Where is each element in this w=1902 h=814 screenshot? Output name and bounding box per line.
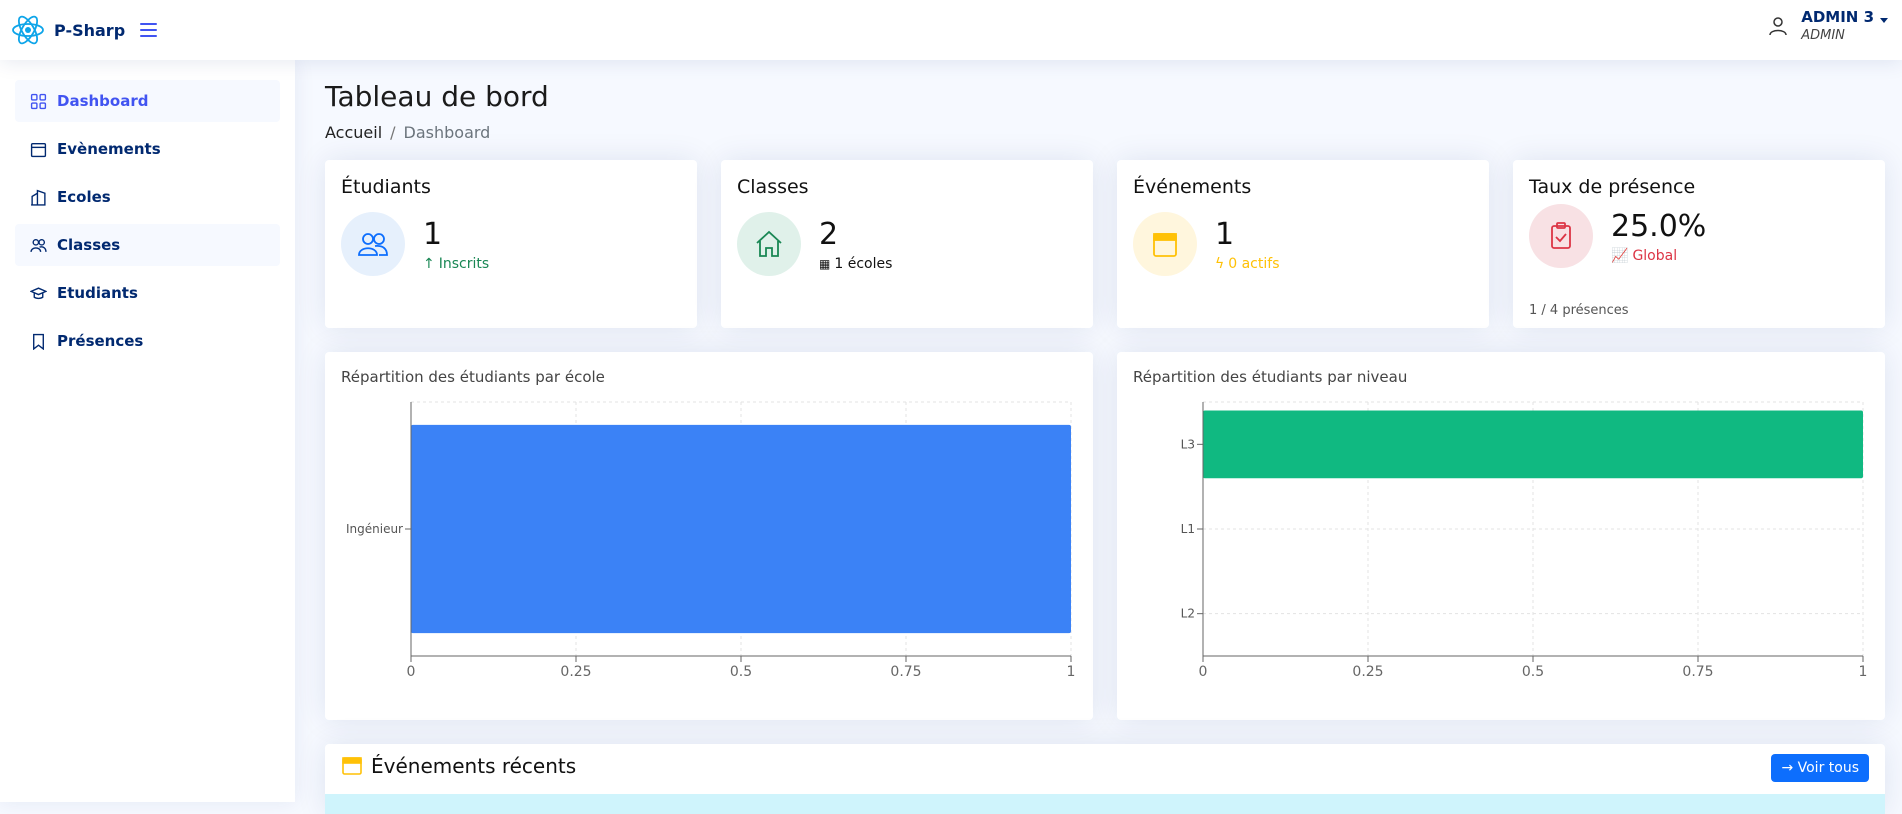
sidebar-item-schools[interactable]: Ecoles bbox=[15, 176, 280, 218]
app-name: P-Sharp bbox=[54, 20, 126, 40]
people-icon bbox=[30, 238, 47, 252]
breadcrumb-current: Dashboard bbox=[403, 123, 491, 142]
y-tick-label: L3 bbox=[1181, 437, 1195, 451]
x-tick-label: 0.25 bbox=[1352, 664, 1383, 680]
attendance-footer: 1 / 4 présences bbox=[1529, 303, 1629, 318]
top-header: P-Sharp ADMIN 3 ADMIN bbox=[0, 0, 1902, 60]
attendance-rate: 25.0% bbox=[1611, 208, 1707, 244]
attendance-card: Taux de présence 25.0% 📈 Global 1 / 4 pr… bbox=[1513, 160, 1885, 328]
recent-events-title: Événements récents bbox=[371, 754, 577, 778]
sidebar: Dashboard Evènements Ecoles Classes Etud… bbox=[0, 60, 295, 802]
lightning-icon: ϟ bbox=[1215, 255, 1225, 272]
sidebar-item-label: Présences bbox=[57, 332, 144, 350]
house-icon bbox=[737, 212, 801, 276]
people-icon bbox=[341, 212, 405, 276]
sidebar-item-label: Evènements bbox=[57, 140, 161, 158]
sidebar-item-label: Ecoles bbox=[57, 188, 111, 206]
attendance-subtitle: Global bbox=[1632, 247, 1678, 264]
card-title: Classes bbox=[737, 176, 809, 198]
charts-row: Répartition des étudiants par école 0 0.2… bbox=[325, 352, 1885, 720]
breadcrumb-home-link[interactable]: Accueil bbox=[325, 123, 382, 142]
x-tick-label: 0 bbox=[407, 664, 416, 680]
events-card: Événements 1 ϟ 0 actifs bbox=[1117, 160, 1489, 328]
sidebar-item-events[interactable]: Evènements bbox=[15, 128, 280, 170]
x-tick-label: 0.75 bbox=[890, 664, 921, 680]
card-title: Étudiants bbox=[341, 176, 431, 198]
students-subtitle: Inscrits bbox=[438, 255, 490, 272]
breadcrumb: Accueil / Dashboard bbox=[325, 123, 1885, 142]
y-tick-label: L2 bbox=[1181, 607, 1195, 621]
chart-by-level: 0 0.25 0.5 0.75 1 L3 L1 L2 bbox=[1181, 401, 1868, 680]
calendar-icon bbox=[342, 757, 362, 775]
graph-up-icon: 📈 bbox=[1611, 247, 1629, 264]
chevron-down-icon bbox=[1880, 18, 1888, 23]
clipboard-check-icon bbox=[1529, 204, 1593, 268]
classes-subtitle: 1 écoles bbox=[834, 255, 893, 272]
chart-title: Répartition des étudiants par école bbox=[341, 368, 605, 386]
arrow-up-icon: ↑ bbox=[423, 255, 435, 272]
grid-icon bbox=[30, 93, 47, 109]
bar-l3 bbox=[1203, 410, 1863, 479]
y-tick-label: Ingénieur bbox=[346, 522, 403, 536]
events-count: 1 bbox=[1215, 216, 1235, 252]
chart-title: Répartition des étudiants par niveau bbox=[1133, 368, 1408, 386]
sidebar-item-students[interactable]: Etudiants bbox=[15, 272, 280, 314]
sidebar-item-classes[interactable]: Classes bbox=[15, 224, 280, 266]
chart-by-school-card: Répartition des étudiants par école 0 0.2… bbox=[325, 352, 1093, 720]
view-all-button[interactable]: → Voir tous bbox=[1771, 754, 1869, 782]
user-role: ADMIN bbox=[1801, 28, 1845, 43]
x-tick-label: 0.5 bbox=[1522, 664, 1544, 680]
card-title: Événements bbox=[1133, 176, 1252, 198]
mortarboard-icon bbox=[30, 286, 47, 299]
user-profile-dropdown[interactable]: ADMIN 3 ADMIN bbox=[1767, 8, 1888, 43]
menu-toggle-icon[interactable] bbox=[140, 15, 170, 45]
chart-by-level-card: Répartition des étudiants par niveau 0 0.… bbox=[1117, 352, 1885, 720]
building-icon bbox=[31, 189, 46, 206]
card-title: Taux de présence bbox=[1529, 176, 1696, 198]
person-icon bbox=[1769, 16, 1787, 35]
user-name: ADMIN 3 bbox=[1801, 8, 1874, 26]
main-content: Tableau de bord Accueil / Dashboard Étud… bbox=[325, 60, 1885, 814]
students-count: 1 bbox=[423, 216, 443, 252]
classes-count: 2 bbox=[819, 216, 839, 252]
x-tick-label: 0.75 bbox=[1682, 664, 1713, 680]
x-tick-label: 0.25 bbox=[560, 664, 591, 680]
sidebar-item-dashboard[interactable]: Dashboard bbox=[15, 80, 280, 122]
x-tick-label: 1 bbox=[1859, 664, 1868, 680]
sidebar-item-label: Dashboard bbox=[57, 92, 149, 110]
atom-logo-icon bbox=[12, 15, 44, 45]
page-title: Tableau de bord bbox=[325, 80, 549, 113]
sidebar-item-attendance[interactable]: Présences bbox=[15, 320, 280, 362]
students-card: Étudiants 1 ↑ Inscrits bbox=[325, 160, 697, 328]
calendar-icon bbox=[30, 142, 47, 157]
x-tick-label: 0 bbox=[1199, 664, 1208, 680]
breadcrumb-separator: / bbox=[390, 123, 396, 142]
bookmark-icon bbox=[33, 333, 44, 350]
x-tick-label: 0.5 bbox=[730, 664, 752, 680]
bar-ingénieur bbox=[411, 424, 1071, 634]
x-tick-label: 1 bbox=[1067, 664, 1076, 680]
chart-by-school: 0 0.25 0.5 0.75 1 Ingénieur bbox=[346, 401, 1076, 680]
sidebar-item-label: Classes bbox=[57, 236, 121, 254]
stat-cards: Étudiants 1 ↑ Inscrits Classes 2 ▦ 1 éco… bbox=[325, 160, 1885, 328]
recent-events-card: Événements récents → Voir tous bbox=[325, 744, 1885, 814]
events-info-strip bbox=[325, 794, 1885, 814]
classes-card: Classes 2 ▦ 1 écoles bbox=[721, 160, 1093, 328]
y-tick-label: L1 bbox=[1181, 522, 1195, 536]
sidebar-item-label: Etudiants bbox=[57, 284, 138, 302]
events-subtitle: 0 actifs bbox=[1228, 255, 1280, 272]
calendar-icon bbox=[1133, 212, 1197, 276]
building-icon: ▦ bbox=[819, 256, 831, 271]
